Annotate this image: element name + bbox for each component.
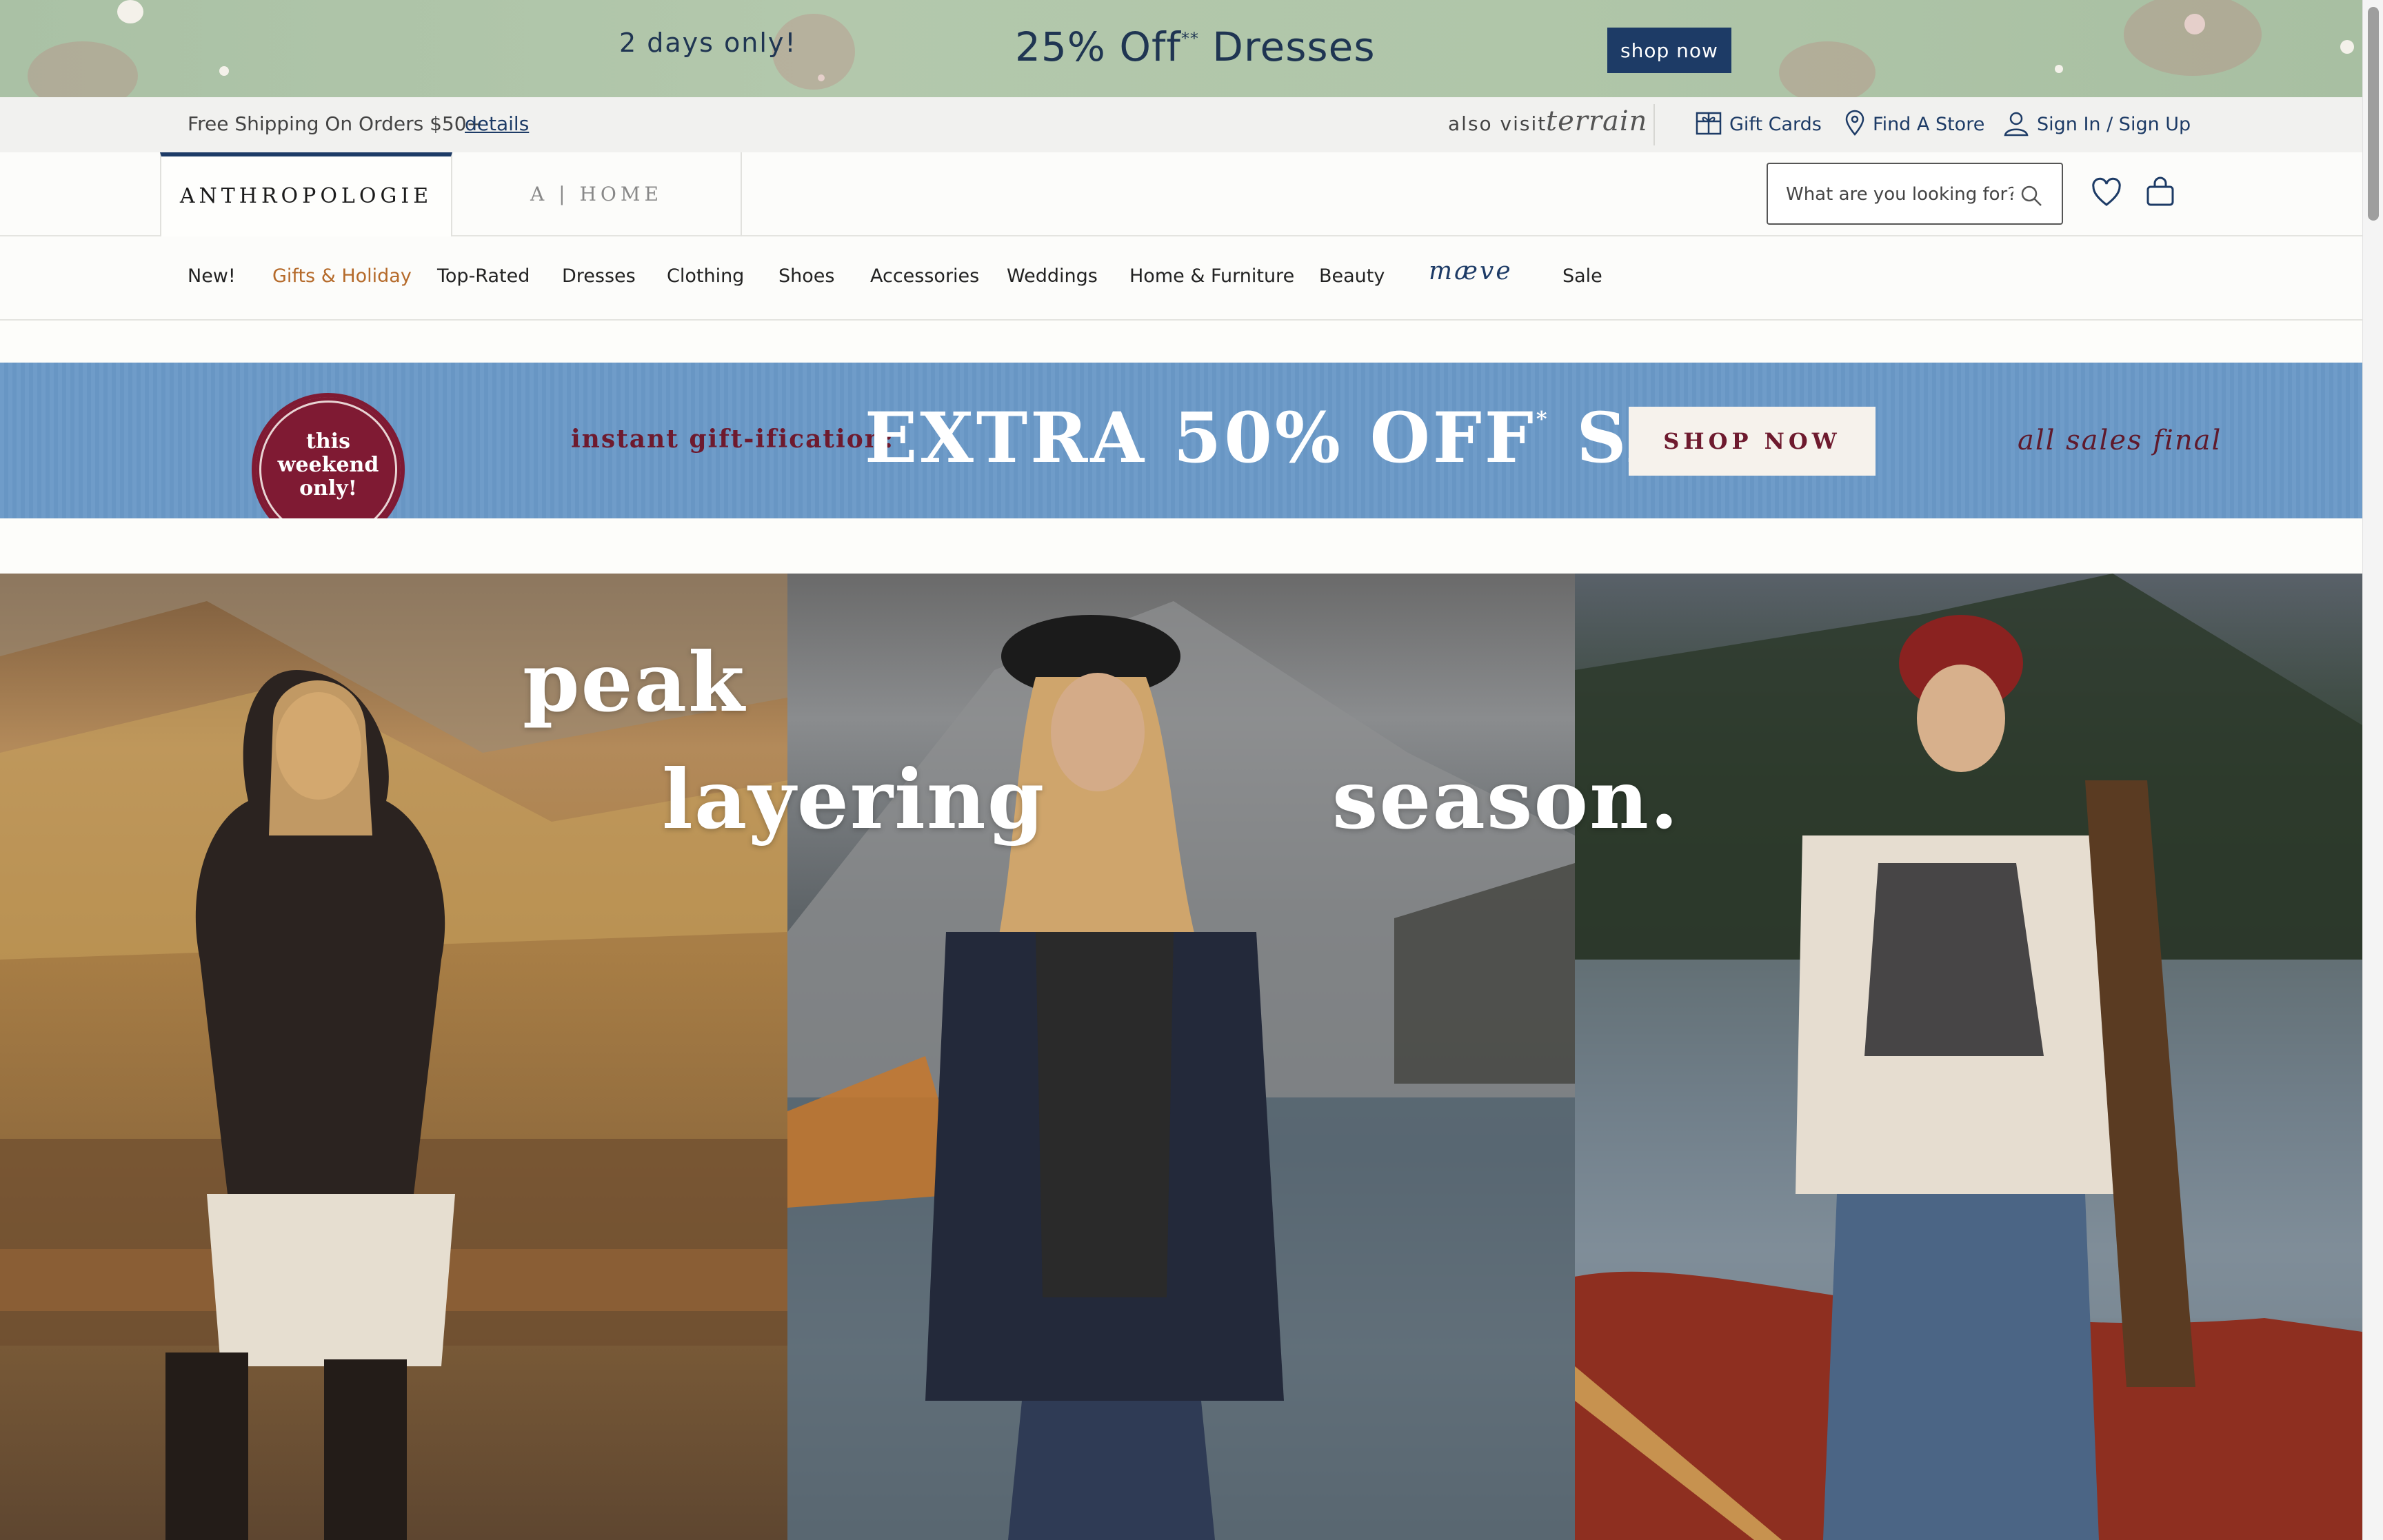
brand-tab-anthropologie[interactable]: ANTHROPOLOGIE	[160, 152, 452, 236]
nav-item-top-rated[interactable]: Top-Rated	[437, 265, 530, 287]
nav-item-accessories[interactable]: Accessories	[870, 265, 979, 287]
decorative-texture	[28, 41, 138, 97]
decorative-texture	[2124, 0, 2262, 76]
search-icon[interactable]	[2019, 183, 2044, 208]
site-header: ANTHROPOLOGIE A | HOME	[0, 152, 2362, 236]
promo-banner: 2 days only! 25% Off** Dresses shop now	[0, 0, 2362, 97]
home-logo: A | HOME	[530, 183, 663, 205]
sale-headline-mark: *	[1536, 407, 1550, 432]
find-store-link[interactable]: Find A Store	[1873, 114, 1984, 135]
promo-headline: 25% Off** Dresses	[1015, 23, 1376, 70]
promo-days-text: 2 days only!	[619, 28, 797, 58]
promo-headline-suffix: Dresses	[1212, 23, 1376, 70]
decorative-texture	[1779, 41, 1876, 97]
main-nav: New! Gifts & Holiday Top-Rated Dresses C…	[0, 236, 2362, 321]
sale-banner[interactable]: this weekend only! instant gift-ificatio…	[0, 363, 2362, 518]
nav-item-gifts-holiday[interactable]: Gifts & Holiday	[272, 265, 412, 287]
scrollbar-thumb[interactable]	[2368, 7, 2379, 221]
decorative-dot	[2340, 40, 2354, 54]
nav-item-new[interactable]: New!	[188, 265, 236, 287]
search-box	[1767, 163, 2063, 225]
nav-item-shoes[interactable]: Shoes	[778, 265, 834, 287]
brand-tab-home[interactable]: A | HOME	[452, 152, 742, 236]
gift-card-icon[interactable]	[1695, 110, 1722, 137]
decorative-dot	[219, 66, 229, 76]
page-scrollbar[interactable]	[2362, 0, 2383, 1540]
hero-word-layering: layering	[662, 751, 1046, 847]
decorative-dot	[2055, 65, 2063, 73]
terrain-link[interactable]: terrain	[1546, 105, 1647, 137]
sale-lead-text: instant gift-ification:	[571, 425, 895, 454]
brand-logo: ANTHROPOLOGIE	[179, 184, 433, 208]
weekend-only-badge: this weekend only!	[252, 393, 405, 518]
promo-headline-prefix: 25% Off	[1015, 23, 1181, 70]
hero-word-peak: peak	[523, 634, 746, 730]
gift-cards-link[interactable]: Gift Cards	[1729, 114, 1822, 135]
nav-item-clothing[interactable]: Clothing	[667, 265, 744, 287]
sale-shop-now-button[interactable]: SHOP NOW	[1629, 407, 1876, 476]
promo-headline-mark: **	[1180, 29, 1199, 48]
badge-text: this weekend only!	[277, 429, 379, 500]
hero-panel-3[interactable]	[1575, 574, 2362, 1540]
nav-item-dresses[interactable]: Dresses	[562, 265, 636, 287]
nav-item-home-furniture[interactable]: Home & Furniture	[1129, 265, 1294, 287]
sales-final-note: all sales final	[2018, 425, 2222, 456]
nav-item-sale[interactable]: Sale	[1562, 265, 1602, 287]
shipping-details-link[interactable]: details	[465, 112, 529, 135]
promo-shop-now-button[interactable]: shop now	[1607, 28, 1731, 73]
hero-panel-2[interactable]	[787, 574, 1575, 1540]
map-pin-icon[interactable]	[1841, 110, 1869, 137]
nav-item-maeve[interactable]: mæve	[1429, 257, 1513, 285]
sale-headline-main: EXTRA 50% OFF	[865, 397, 1536, 478]
decorative-dot	[117, 0, 143, 23]
search-input[interactable]	[1786, 181, 2013, 208]
hero-word-season: season.	[1332, 751, 1680, 847]
hero-photo-3	[1575, 574, 2362, 1540]
heart-icon[interactable]	[2091, 177, 2122, 209]
utility-bar: Free Shipping On Orders $50+ details als…	[0, 97, 2362, 152]
nav-item-beauty[interactable]: Beauty	[1319, 265, 1385, 287]
user-icon[interactable]	[2002, 110, 2030, 137]
shopping-bag-icon[interactable]	[2144, 176, 2176, 207]
utility-divider	[1653, 104, 1655, 145]
sign-in-link[interactable]: Sign In / Sign Up	[2037, 114, 2191, 135]
hero-photo-2	[787, 601, 1575, 1540]
also-visit-label: also visit	[1448, 112, 1547, 135]
nav-item-weddings[interactable]: Weddings	[1007, 265, 1098, 287]
free-shipping-text: Free Shipping On Orders $50+	[188, 112, 483, 135]
hero-section[interactable]: peak layering season.	[0, 574, 2362, 1540]
